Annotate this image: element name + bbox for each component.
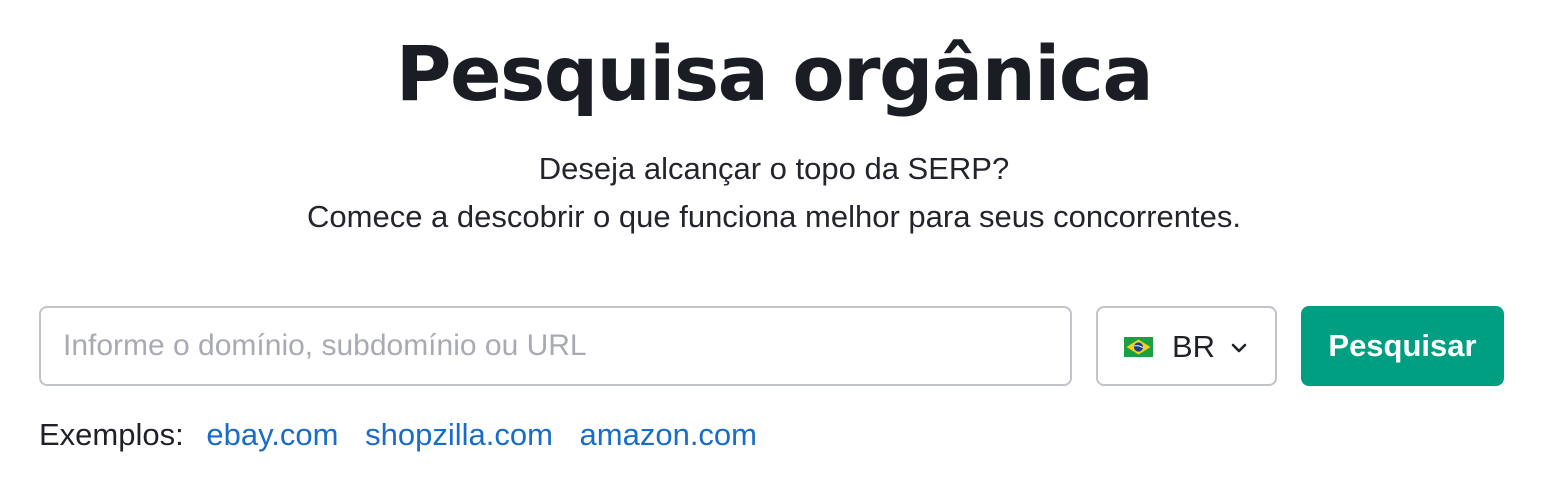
subtitle-line-1: Deseja alcançar o topo da SERP? [538, 151, 1010, 186]
examples-label: Exemplos: [39, 417, 184, 452]
example-link-ebay[interactable]: ebay.com [206, 417, 338, 452]
brazil-flag-icon [1124, 337, 1153, 357]
examples-row: Exemplos: ebay.com shopzilla.com amazon.… [39, 414, 775, 456]
example-link-amazon[interactable]: amazon.com [580, 417, 757, 452]
domain-search-input[interactable] [39, 306, 1072, 386]
page-title: Pesquisa orgânica [395, 29, 1154, 118]
example-link-shopzilla[interactable]: shopzilla.com [365, 417, 553, 452]
database-label: BR [1172, 329, 1216, 364]
database-select[interactable]: BR [1096, 306, 1277, 386]
search-button[interactable]: Pesquisar [1301, 306, 1504, 386]
chevron-down-icon [1231, 343, 1247, 353]
subtitle-line-2: Comece a descobrir o que funciona melhor… [307, 199, 1241, 234]
